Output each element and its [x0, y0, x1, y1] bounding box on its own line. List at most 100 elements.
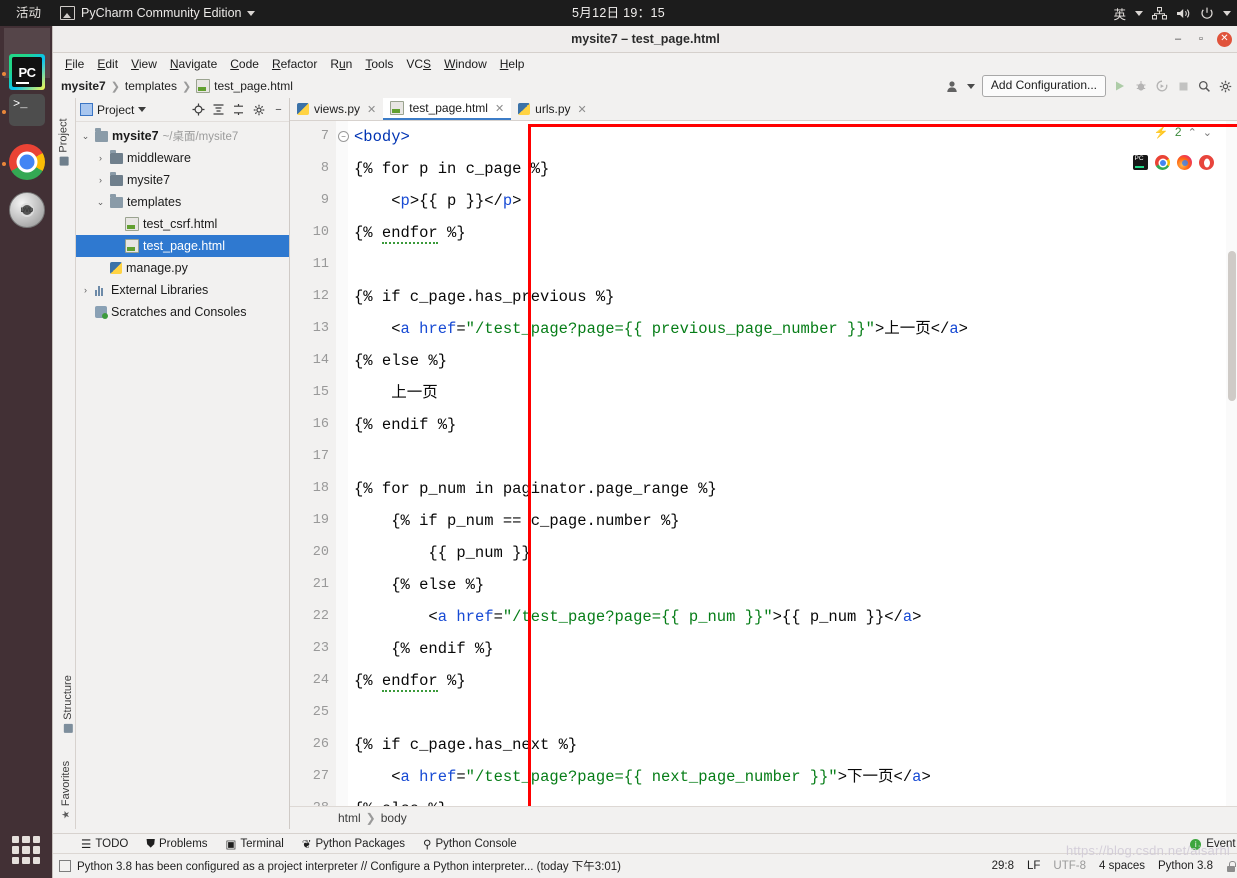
breadcrumb-project[interactable]: mysite7	[61, 79, 106, 93]
code-line[interactable]: {% if c_page.has_previous %}	[348, 281, 1237, 313]
line-number[interactable]: 14	[290, 345, 336, 377]
line-number[interactable]: 18	[290, 473, 336, 505]
collapse-all-icon[interactable]	[212, 103, 225, 116]
chevron-down-icon[interactable]	[138, 107, 147, 112]
editor-tab-views-py[interactable]: views.py ✕	[290, 98, 383, 120]
code-editor[interactable]: 789101112131415161718192021222324252627 2…	[290, 121, 1237, 808]
dock-item-pycharm[interactable]: PC	[9, 54, 45, 90]
firefox-browser-icon[interactable]	[1177, 155, 1192, 170]
line-number[interactable]: 22	[290, 601, 336, 633]
line-separator[interactable]: LF	[1027, 860, 1040, 872]
code-line[interactable]: <a href="/test_page?page={{ previous_pag…	[348, 313, 1237, 345]
line-number[interactable]: 11	[290, 249, 336, 281]
tool-window-button-project[interactable]: Project	[58, 118, 70, 166]
dock-item-terminal[interactable]: >_	[9, 94, 45, 130]
line-number[interactable]: 13	[290, 313, 336, 345]
tree-item-middleware[interactable]: › middleware	[76, 147, 289, 169]
add-configuration-button[interactable]: Add Configuration...	[981, 75, 1106, 97]
editor-tab-urls-py[interactable]: urls.py ✕	[511, 98, 594, 120]
lock-icon[interactable]	[1226, 860, 1236, 872]
breadcrumb-html[interactable]: html	[338, 811, 361, 825]
status-message[interactable]: Python 3.8 has been configured as a proj…	[77, 858, 621, 874]
file-encoding[interactable]: UTF-8	[1053, 860, 1086, 872]
scrollbar-thumb[interactable]	[1228, 251, 1236, 401]
code-line[interactable]: 上一页	[348, 377, 1237, 409]
code-line[interactable]: <a href="/test_page?page={{ next_page_nu…	[348, 761, 1237, 793]
caret-position[interactable]: 29:8	[992, 860, 1014, 872]
run-icon[interactable]	[1113, 79, 1127, 93]
code-line[interactable]: {% endfor %}	[348, 665, 1237, 697]
line-number[interactable]: 25	[290, 697, 336, 729]
code-folding-column[interactable]: −	[336, 121, 349, 808]
code-line[interactable]: {% else %}	[348, 345, 1237, 377]
activities-button[interactable]: 活动	[8, 0, 49, 26]
minimize-button[interactable]: –	[1171, 32, 1185, 46]
line-number[interactable]: 15	[290, 377, 336, 409]
event-log-button[interactable]: i Event Log	[1190, 838, 1237, 850]
code-line[interactable]: {{ p_num }}	[348, 537, 1237, 569]
python-interpreter[interactable]: Python 3.8	[1158, 860, 1213, 872]
code-line[interactable]: {% if p_num == c_page.number %}	[348, 505, 1237, 537]
chevron-down-icon[interactable]	[1223, 10, 1231, 16]
line-number[interactable]: 12	[290, 281, 336, 313]
line-number[interactable]: 27	[290, 761, 336, 793]
code-line[interactable]: {% for p in c_page %}	[348, 153, 1237, 185]
tool-window-button-favorites[interactable]: ★ Favorites	[60, 761, 72, 819]
chevron-down-icon[interactable]	[966, 83, 975, 89]
tool-button-todo[interactable]: ☰ TODO	[81, 837, 128, 851]
tool-button-python-console[interactable]: ⚲ Python Console	[423, 837, 517, 851]
input-method-indicator[interactable]: 英	[1113, 4, 1126, 23]
line-number[interactable]: 24	[290, 665, 336, 697]
menu-help[interactable]: Help	[494, 56, 531, 72]
network-icon[interactable]	[1152, 6, 1167, 20]
dock-item-dvd[interactable]: DVD	[9, 192, 45, 228]
chevron-right-icon[interactable]: ›	[80, 285, 91, 295]
tool-window-button-structure[interactable]: Structure	[62, 675, 74, 733]
tree-item-test-page-html[interactable]: test_page.html	[76, 235, 289, 257]
tree-item-scratches-and-consoles[interactable]: Scratches and Consoles	[76, 301, 289, 323]
code-line[interactable]: <body>	[348, 121, 1237, 153]
breadcrumb-file[interactable]: test_page.html	[196, 79, 293, 93]
settings-gear-icon[interactable]	[252, 103, 265, 116]
editor-tab-test-page-html[interactable]: test_page.html ✕	[383, 98, 512, 120]
editor-scrollbar[interactable]	[1226, 121, 1237, 808]
code-line[interactable]	[348, 441, 1237, 473]
previous-problem-icon[interactable]: ⌃	[1188, 126, 1197, 139]
close-button[interactable]: ✕	[1217, 31, 1232, 47]
chevron-right-icon[interactable]: ›	[95, 153, 106, 163]
menu-file[interactable]: File	[59, 56, 90, 72]
expand-icon[interactable]	[232, 103, 245, 116]
breadcrumb-body[interactable]: body	[381, 811, 407, 825]
tree-item-templates[interactable]: ⌄ templates	[76, 191, 289, 213]
line-number[interactable]: 16	[290, 409, 336, 441]
show-applications-button[interactable]	[12, 836, 40, 864]
menu-view[interactable]: View	[125, 56, 163, 72]
chevron-down-icon[interactable]: ⌄	[95, 197, 106, 208]
hide-panel-icon[interactable]: −	[272, 103, 285, 116]
line-number[interactable]: 19	[290, 505, 336, 537]
stop-icon[interactable]	[1176, 79, 1190, 93]
debug-icon[interactable]	[1134, 79, 1148, 93]
tree-item-mysite7[interactable]: ⌄ mysite7 ~/桌面/mysite7	[76, 125, 289, 147]
menu-window[interactable]: Window	[438, 56, 493, 72]
code-line[interactable]: {% endif %}	[348, 409, 1237, 441]
line-number[interactable]: 20	[290, 537, 336, 569]
power-icon[interactable]	[1200, 7, 1214, 20]
line-number[interactable]: 21	[290, 569, 336, 601]
volume-icon[interactable]	[1176, 7, 1191, 20]
gear-icon[interactable]	[1218, 79, 1232, 93]
opera-browser-icon[interactable]	[1199, 155, 1214, 170]
tree-item-manage-py[interactable]: manage.py	[76, 257, 289, 279]
user-icon[interactable]	[946, 79, 960, 93]
next-problem-icon[interactable]: ⌄	[1203, 126, 1212, 139]
tool-button-python-packages[interactable]: ❦ Python Packages	[302, 837, 405, 851]
indent-setting[interactable]: 4 spaces	[1099, 860, 1145, 872]
code-line[interactable]: <a href="/test_page?page={{ p_num }}">{{…	[348, 601, 1237, 633]
locate-icon[interactable]	[192, 103, 205, 116]
code-line[interactable]: {% endfor %}	[348, 217, 1237, 249]
chrome-browser-icon[interactable]	[1155, 155, 1170, 170]
app-menu-button[interactable]: PyCharm Community Edition	[60, 0, 256, 26]
dock-item-chrome[interactable]	[9, 144, 45, 180]
menu-code[interactable]: Code	[224, 56, 265, 72]
maximize-button[interactable]: ▫	[1194, 32, 1208, 46]
